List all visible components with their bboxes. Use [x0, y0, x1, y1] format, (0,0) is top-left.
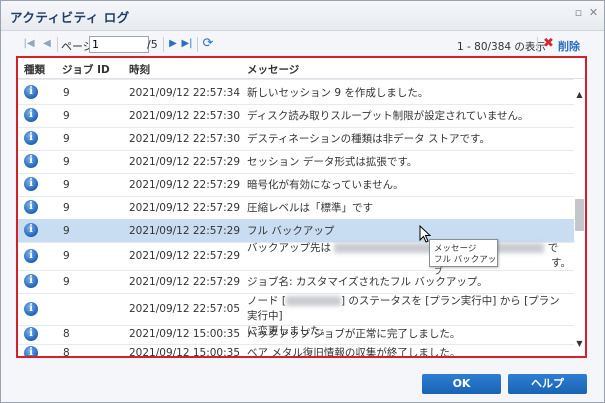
close-icon[interactable]: ✕ — [588, 7, 599, 18]
page-number-input[interactable] — [89, 36, 149, 53]
table-row[interactable]: i 9 2021/09/12 22:57:30 デスティネーションの種類は非デー… — [18, 127, 574, 151]
time-cell: 2021/09/12 22:57:29 — [129, 202, 241, 214]
message-cell: 暗号化が有効になっていません。 — [247, 179, 404, 191]
info-icon: i — [24, 302, 38, 316]
scrollbar-thumb[interactable] — [575, 199, 584, 231]
info-icon: i — [24, 154, 38, 168]
message-text: で — [547, 242, 559, 254]
range-display: 1 - 80/384 の表示 — [457, 41, 546, 53]
scroll-up-icon[interactable]: ▲ — [575, 90, 584, 100]
table-row[interactable]: i 9 2021/09/12 22:57:29 セッション データ形式は拡張です… — [18, 150, 574, 174]
message-tooltip: メッセージ フル バックアップ — [429, 239, 498, 277]
job-id-cell: 9 — [63, 225, 70, 237]
job-id-cell: 9 — [63, 179, 70, 191]
message-text: す。 — [551, 257, 571, 269]
toolbar-divider — [57, 37, 58, 52]
message-cell: ベア メタル復旧情報の収集が終了しました。 — [247, 347, 461, 356]
table-row-partial[interactable]: i — [18, 79, 574, 80]
first-page-icon[interactable]: |◀ — [23, 37, 35, 51]
table-row[interactable]: i 9 2021/09/12 22:57:29 暗号化が有効になっていません。 — [18, 173, 574, 197]
time-cell: 2021/09/12 22:57:30 — [129, 110, 241, 122]
message-cell: バックアップ ジョブが正常に完了しました。 — [247, 328, 461, 340]
last-page-icon[interactable]: ▶| — [181, 37, 193, 51]
page-total: /5 — [147, 38, 158, 51]
table-row[interactable]: i 9 2021/09/12 22:57:34 新しいセッション 9 を作成しま… — [18, 81, 574, 105]
toolbar-divider — [197, 37, 198, 52]
time-cell: 2021/09/12 22:57:34 — [129, 87, 241, 99]
table-row[interactable]: i 9 2021/09/12 22:57:29 圧縮レベルは「標準」です — [18, 196, 574, 220]
ok-button[interactable]: OK — [422, 374, 501, 394]
message-cell: セッション データ形式は拡張です。 — [247, 156, 418, 168]
info-icon: i — [24, 131, 38, 145]
message-text: バックアップ先は — [247, 242, 331, 254]
vertical-scrollbar[interactable]: ▲ ▼ — [574, 79, 585, 356]
activity-log-grid: 種類 ジョブ ID 時刻 メッセージ i i 9 2021/09/12 22:5… — [16, 56, 587, 358]
job-id-cell: 9 — [63, 133, 70, 145]
job-id-cell: 8 — [63, 328, 70, 340]
activity-log-dialog: アクティビティ ログ ▫ ✕ |◀ ◀ ページ /5 ▶ ▶| ⟳ 1 - 80… — [0, 0, 605, 403]
toolbar-divider — [537, 37, 538, 52]
message-cell: ジョブ名: カスタマイズされたフル バックアップ。 — [247, 276, 488, 288]
time-cell: 2021/09/12 22:57:29 — [129, 276, 241, 288]
info-icon: i — [24, 249, 38, 263]
info-icon: i — [24, 177, 38, 191]
delete-label: 削除 — [558, 40, 580, 53]
info-icon: i — [24, 274, 38, 288]
time-cell: 2021/09/12 22:57:29 — [129, 225, 241, 237]
refresh-icon[interactable]: ⟳ — [202, 37, 214, 51]
message-text: ノード [ — [247, 295, 286, 307]
next-page-icon[interactable]: ▶ — [167, 37, 179, 51]
job-id-cell: 9 — [63, 276, 70, 288]
table-row[interactable]: i 9 2021/09/12 22:57:30 ディスク読み取りスループット制限… — [18, 104, 574, 128]
grid-rows: i i 9 2021/09/12 22:57:34 新しいセッション 9 を作成… — [18, 79, 574, 356]
job-id-cell: 9 — [63, 156, 70, 168]
pagination-toolbar: |◀ ◀ ページ /5 ▶ ▶| ⟳ 1 - 80/384 の表示 ✖ 削除 — [17, 34, 587, 56]
prev-page-icon[interactable]: ◀ — [41, 37, 53, 51]
column-header-job-id[interactable]: ジョブ ID — [62, 62, 110, 77]
message-cell: ディスク読み取りスループット制限が設定されていません。 — [247, 110, 529, 122]
column-header-time[interactable]: 時刻 — [129, 62, 150, 77]
job-id-cell: 9 — [63, 87, 70, 99]
time-cell: 2021/09/12 22:57:30 — [129, 133, 241, 145]
job-id-cell: 8 — [63, 347, 70, 356]
time-cell: 2021/09/12 22:57:05 — [129, 303, 241, 315]
redacted-node — [285, 296, 341, 306]
column-header-type[interactable]: 種類 — [24, 62, 45, 77]
table-row[interactable]: i 8 2021/09/12 15:00:35 ベア メタル復旧情報の収集が終了… — [18, 344, 574, 356]
info-icon: i — [24, 200, 38, 214]
info-icon: i — [24, 327, 38, 341]
column-header-message[interactable]: メッセージ — [247, 62, 299, 77]
restore-icon[interactable]: ▫ — [573, 7, 584, 18]
table-row[interactable]: i 2021/09/12 22:57:05 ノード [] のステータスを [プラ… — [18, 293, 574, 337]
info-icon: i — [24, 108, 38, 122]
window-title: アクティビティ ログ — [10, 10, 130, 25]
info-icon: i — [24, 223, 38, 237]
title-bar: アクティビティ ログ ▫ ✕ — [1, 1, 604, 31]
message-cell: 新しいセッション 9 を作成しました。 — [247, 87, 429, 99]
job-id-cell: 9 — [63, 110, 70, 122]
message-cell: バックアップ先は で す。 — [247, 241, 571, 271]
job-id-cell: 9 — [63, 250, 70, 262]
message-cell: デスティネーションの種類は非データ ストアです。 — [247, 133, 490, 145]
job-id-cell: 9 — [63, 202, 70, 214]
time-cell: 2021/09/12 15:00:35 — [129, 328, 241, 340]
delete-icon: ✖ — [543, 36, 554, 51]
info-icon: i — [24, 346, 38, 356]
info-icon: i — [24, 85, 38, 99]
time-cell: 2021/09/12 22:57:29 — [129, 156, 241, 168]
toolbar-divider — [163, 37, 164, 52]
table-row[interactable]: i 8 2021/09/12 15:00:35 バックアップ ジョブが正常に完了… — [18, 325, 574, 345]
time-cell: 2021/09/12 15:00:35 — [129, 347, 241, 356]
message-cell: フル バックアップ — [247, 225, 335, 237]
message-cell: 圧縮レベルは「標準」です — [247, 202, 373, 214]
time-cell: 2021/09/12 22:57:29 — [129, 179, 241, 191]
help-button[interactable]: ヘルプ — [508, 374, 587, 394]
tooltip-value: フル バックアップ — [434, 255, 497, 277]
grid-header: 種類 ジョブ ID 時刻 メッセージ — [18, 58, 585, 79]
time-cell: 2021/09/12 22:57:29 — [129, 250, 241, 262]
scroll-down-icon[interactable]: ▼ — [575, 339, 584, 349]
